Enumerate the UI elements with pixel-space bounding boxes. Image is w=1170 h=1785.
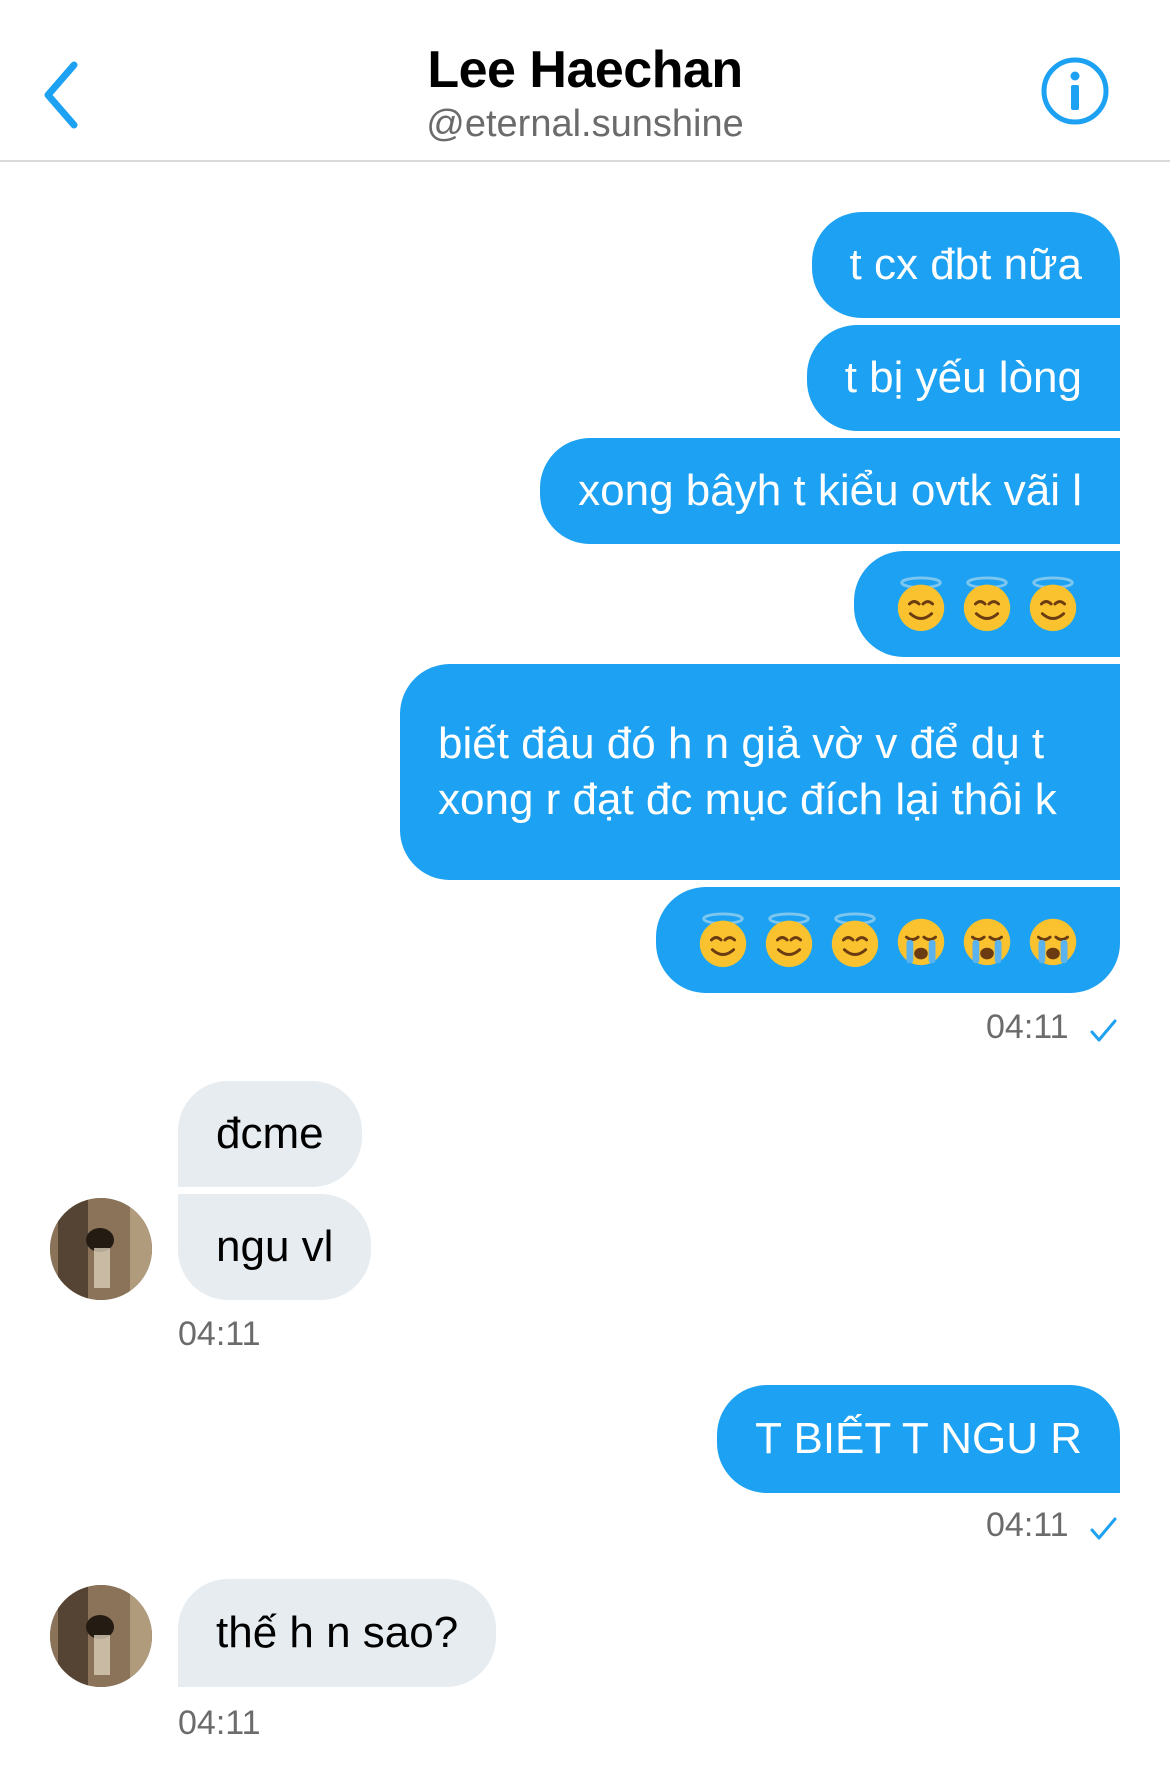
message-text: T BIẾT T NGU R [755, 1414, 1082, 1463]
smiling-face-with-halo-icon [699, 912, 747, 968]
avatar[interactable] [50, 1585, 152, 1687]
loudly-crying-face-icon [963, 918, 1011, 966]
smiling-face-with-halo-icon [897, 576, 945, 632]
message-text: đcme [216, 1109, 324, 1158]
message-text: biết đâu đó h n giả vờ v để dụ t xong r … [438, 719, 1057, 824]
incoming-message[interactable]: đcme [178, 1081, 362, 1187]
contact-name: Lee Haechan [427, 41, 743, 99]
incoming-message[interactable]: ngu vl [178, 1194, 372, 1300]
outgoing-message[interactable]: T BIẾT T NGU R [717, 1385, 1120, 1493]
avatar-photo [50, 1198, 152, 1300]
sent-check-icon [1090, 1019, 1117, 1042]
contact-handle: @eternal.sunshine [426, 103, 744, 145]
outgoing-message[interactable]: t bị yếu lòng [806, 325, 1120, 431]
message-text: t bị yếu lòng [844, 353, 1082, 402]
avatar-photo [50, 1585, 152, 1687]
timestamp: 04:11 [986, 1008, 1069, 1046]
message-text: xong bâyh t kiểu ovtk vãi l [578, 466, 1082, 515]
outgoing-emoji-message[interactable] [656, 887, 1120, 993]
timestamp: 04:11 [178, 1704, 261, 1742]
timestamp: 04:11 [986, 1506, 1069, 1544]
message-text: thế h n sao? [216, 1608, 459, 1657]
smiling-face-with-halo-icon [1029, 576, 1077, 632]
message-text: t cx đbt nữa [849, 240, 1082, 289]
outgoing-message[interactable]: xong bâyh t kiểu ovtk vãi l [540, 438, 1120, 544]
smiling-face-with-halo-icon [963, 576, 1011, 632]
loudly-crying-face-icon [1029, 918, 1077, 966]
info-icon[interactable] [1040, 56, 1110, 126]
conversation-header: Lee Haechan @eternal.sunshine [0, 0, 1170, 162]
smiling-face-with-halo-icon [765, 912, 813, 968]
outgoing-message[interactable]: biết đâu đó h n giả vờ v để dụ t xong r … [400, 664, 1120, 880]
avatar[interactable] [50, 1198, 152, 1300]
sent-check-icon [1090, 1517, 1117, 1540]
incoming-message[interactable]: thế h n sao? [178, 1579, 497, 1687]
outgoing-emoji-message[interactable] [854, 551, 1120, 657]
message-text: ngu vl [216, 1222, 334, 1271]
timestamp: 04:11 [178, 1315, 261, 1353]
loudly-crying-face-icon [897, 918, 945, 966]
smiling-face-with-halo-icon [831, 912, 879, 968]
outgoing-message[interactable]: t cx đbt nữa [811, 212, 1120, 318]
